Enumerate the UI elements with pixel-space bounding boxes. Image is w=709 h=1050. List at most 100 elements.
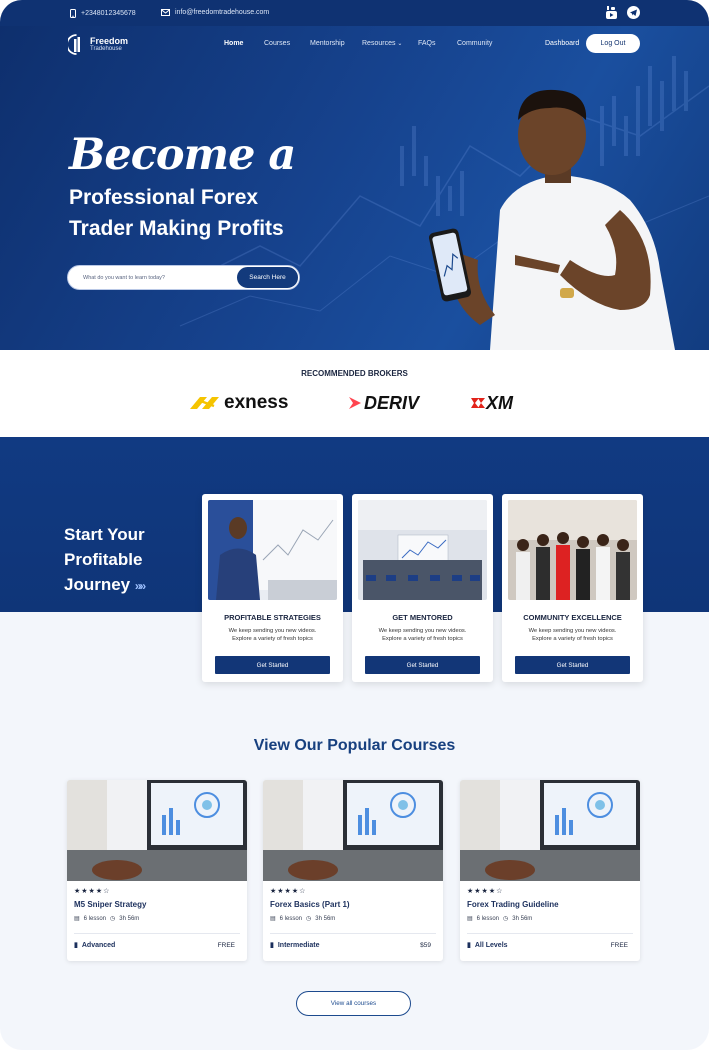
card-image-community [508, 500, 637, 600]
hero-script-heading: Become a [69, 130, 296, 180]
feature-card: GET MENTORED We keep sending you new vid… [352, 494, 493, 682]
course-name[interactable]: M5 Sniper Strategy [74, 900, 146, 909]
deriv-name: DERIV [364, 392, 420, 413]
popular-courses-title: View Our Popular Courses [253, 737, 456, 754]
clock-icon: ◷ [110, 916, 116, 922]
deriv-mark-icon [349, 397, 361, 409]
course-level: Advanced [81, 941, 116, 949]
brokers-title: RECOMMENDED BROKERS [301, 369, 408, 378]
course-thumbnail [67, 780, 247, 881]
chevron-down-icon: ⌄ [397, 41, 403, 47]
course-thumbnail [263, 780, 443, 881]
course-name[interactable]: Forex Basics (Part 1) [270, 900, 350, 909]
file-icon: ▤ [74, 916, 80, 922]
card-title: PROFITABLE STRATEGIES [224, 613, 321, 622]
course-thumbnail [460, 780, 640, 881]
search-input[interactable]: What do you want to learn today? [83, 275, 165, 281]
divider [74, 933, 240, 934]
feature-card: PROFITABLE STRATEGIES We keep sending yo… [202, 494, 343, 682]
hero-section: Freedom Tradehouse Home Courses Mentorsh… [0, 26, 709, 350]
xm-logo[interactable]: XM [470, 393, 513, 413]
email-contact[interactable]: info@freedomtradehouse.com [161, 9, 269, 16]
card-title: GET MENTORED [392, 613, 453, 622]
course-card[interactable]: ★★★★☆ Forex Trading Guideline ▤ 6 lesson ◷… [460, 780, 640, 961]
phone-number: +2348012345678 [81, 10, 136, 17]
journey-title: Start Your Profitable Journey »» [64, 522, 146, 599]
email-address: info@freedomtradehouse.com [175, 9, 270, 16]
hero-heading-line2: Trader Making Profits [69, 217, 284, 240]
card-description-line1: We keep sending you new videos. [528, 628, 617, 634]
course-lessons: 6 lesson [476, 915, 500, 922]
nav-item-community[interactable]: Community [457, 40, 507, 47]
logo-name: Freedom [90, 35, 129, 46]
course-rating: ★★★★☆ [270, 888, 307, 895]
course-rating: ★★★★☆ [74, 888, 111, 895]
card-description-line2: Explore a variety of fresh topics [532, 636, 613, 642]
logout-button[interactable]: Log Out [586, 34, 640, 53]
exness-mark-icon [190, 397, 219, 409]
divider [270, 933, 436, 934]
logo-icon [68, 34, 80, 55]
bar-chart-icon: ▮ [270, 942, 274, 949]
top-bar: +2348012345678 info@freedomtradehouse.co… [0, 0, 709, 26]
course-lessons: 6 lesson [83, 915, 107, 922]
card-description-line2: Explore a variety of fresh topics [382, 636, 463, 642]
bar-chart-icon: ▮ [74, 942, 78, 949]
journey-title-line2: Profitable [64, 550, 143, 569]
course-level: Intermediate [277, 941, 320, 949]
course-card[interactable]: ★★★★☆ M5 Sniper Strategy ▤ 6 lesson ◷ 3h 56… [67, 780, 247, 961]
exness-logo[interactable]: exness [188, 392, 288, 413]
mail-icon [161, 9, 170, 16]
nav-item-resources-label: Resources [362, 40, 396, 47]
xm-name: XM [486, 392, 513, 413]
xm-mark-icon [471, 398, 485, 408]
course-price: $59 [420, 942, 431, 949]
card-description-line2: Explore a variety of fresh topics [232, 636, 313, 642]
get-started-button[interactable]: Get Started [365, 656, 480, 674]
journey-title-line1: Start Your [64, 525, 145, 544]
nav-item-mentorship[interactable]: Mentorship [310, 40, 362, 47]
youtube-icon[interactable] [606, 6, 617, 19]
search-button[interactable]: Search Here [236, 266, 299, 289]
course-duration: 3h 56m [119, 915, 140, 922]
course-lessons: 6 lesson [279, 915, 303, 922]
hero-heading-line1: Professional Forex [69, 186, 259, 209]
logo-subtitle: Tradehouse [90, 45, 122, 52]
nav-item-courses[interactable]: Courses [264, 40, 310, 47]
bar-chart-icon: ▮ [467, 942, 471, 949]
page-frame: +2348012345678 info@freedomtradehouse.co… [0, 0, 709, 1050]
brand-logo[interactable]: Freedom Tradehouse [68, 34, 128, 55]
card-image-strategies [208, 500, 337, 600]
file-icon: ▤ [270, 916, 276, 922]
phone-icon [70, 9, 76, 18]
get-started-button[interactable]: Get Started [515, 656, 630, 674]
view-all-courses-button[interactable]: View all courses [296, 991, 411, 1016]
course-card[interactable]: ★★★★☆ Forex Basics (Part 1) ▤ 6 lesson ◷ 3h… [263, 780, 443, 961]
deriv-logo[interactable]: DERIV [348, 393, 419, 413]
main-navigation: Freedom Tradehouse Home Courses Mentorsh… [0, 26, 709, 64]
card-description: We keep sending you new videos. Explore a… [364, 627, 481, 643]
file-icon: ▤ [467, 916, 473, 922]
nav-item-resources[interactable]: Resources ⌄ [362, 40, 418, 47]
card-title: COMMUNITY EXCELLENCE [523, 613, 622, 622]
card-description: We keep sending you new videos. Explore a… [514, 627, 631, 643]
phone-contact[interactable]: +2348012345678 [70, 9, 136, 18]
feature-card: COMMUNITY EXCELLENCE We keep sending you… [502, 494, 643, 682]
clock-icon: ◷ [306, 916, 312, 922]
double-chevron-right-icon: »» [134, 579, 146, 593]
hero-search-bar: What do you want to learn today? Search … [67, 265, 300, 290]
journey-title-line3: Journey [64, 575, 131, 594]
card-description-line1: We keep sending you new videos. [378, 628, 467, 634]
course-duration: 3h 56m [512, 915, 533, 922]
course-rating: ★★★★☆ [467, 888, 504, 895]
nav-item-faqs[interactable]: FAQs [418, 40, 457, 47]
nav-item-home[interactable]: Home [224, 40, 264, 47]
course-name[interactable]: Forex Trading Guideline [467, 900, 559, 909]
course-level: All Levels [474, 941, 508, 949]
course-price: FREE [217, 942, 235, 949]
divider [467, 933, 633, 934]
dashboard-link[interactable]: Dashboard [545, 40, 579, 47]
get-started-button[interactable]: Get Started [215, 656, 330, 674]
telegram-icon[interactable] [627, 6, 640, 19]
card-description: We keep sending you new videos. Explore a… [214, 627, 331, 643]
